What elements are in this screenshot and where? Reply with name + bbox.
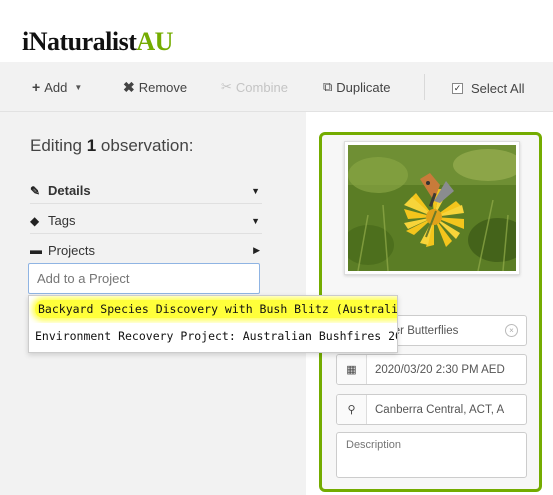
select-all-button[interactable]: ✓ Select All xyxy=(452,81,524,96)
plus-icon: + xyxy=(32,79,41,95)
duplicate-label: Duplicate xyxy=(336,79,391,95)
date-field[interactable]: ▦ 2020/03/20 2:30 PM AED xyxy=(336,354,527,385)
calendar-icon: ▦ xyxy=(337,355,367,384)
project-option-environment-recovery[interactable]: Environment Recovery Project: Australian… xyxy=(29,323,397,350)
details-section-toggle[interactable]: ✎ Details ▼ xyxy=(30,178,262,204)
logo-au-text: AU xyxy=(136,27,173,56)
clear-icon[interactable]: × xyxy=(505,324,518,337)
observation-photo[interactable] xyxy=(342,141,528,275)
remove-button[interactable]: ✖ Remove xyxy=(123,79,187,96)
projects-section-toggle[interactable]: ▬ Projects ▶ xyxy=(30,237,262,263)
duplicate-icon: ⧉ xyxy=(323,79,333,94)
checkbox-icon[interactable]: ✓ xyxy=(452,83,463,94)
remove-x-icon: ✖ xyxy=(123,79,135,95)
project-autocomplete-dropdown: Backyard Species Discovery with Bush Bli… xyxy=(28,295,398,353)
butterfly-photo xyxy=(342,145,528,272)
remove-label: Remove xyxy=(138,80,188,95)
caret-right-icon: ▶ xyxy=(253,244,260,255)
caret-down-icon: ▼ xyxy=(251,215,260,226)
location-field[interactable]: ⚲ Canberra Central, ACT, A xyxy=(336,394,527,425)
datetime-text: 2020/03/20 2:30 PM AED xyxy=(375,363,505,376)
toolbar: + Add ▼ ✖ Remove ✂ Combine ⧉ Duplicate ✓… xyxy=(0,62,553,112)
add-button[interactable]: + Add ▼ xyxy=(32,79,82,95)
add-to-project-input[interactable] xyxy=(28,263,260,294)
combine-icon: ✂ xyxy=(221,79,232,94)
logo-main-text: iNaturalist xyxy=(22,27,137,56)
add-label: Add xyxy=(44,79,68,95)
combine-button[interactable]: ✂ Combine xyxy=(221,79,288,95)
select-all-label: Select All xyxy=(471,81,525,96)
description-input[interactable] xyxy=(336,432,527,478)
location-text: Canberra Central, ACT, A xyxy=(375,403,505,416)
map-marker-icon: ⚲ xyxy=(337,395,367,424)
tag-icon: ◆ xyxy=(30,213,40,228)
observation-count: 1 xyxy=(86,136,97,155)
chevron-down-icon: ▼ xyxy=(74,82,83,92)
inaturalist-au-logo[interactable]: iNaturalistAU xyxy=(22,27,173,57)
pencil-icon: ✎ xyxy=(30,183,41,198)
editing-heading: Editing 1 observation: xyxy=(30,136,194,155)
caret-down-icon: ▼ xyxy=(251,185,260,196)
project-option-backyard[interactable]: Backyard Species Discovery with Bush Bli… xyxy=(29,296,397,323)
combine-label: Combine xyxy=(235,79,288,95)
toolbar-divider xyxy=(424,74,425,100)
tags-section-toggle[interactable]: ◆ Tags ▼ xyxy=(30,208,262,234)
briefcase-icon: ▬ xyxy=(30,243,42,257)
duplicate-button[interactable]: ⧉ Duplicate xyxy=(323,79,391,95)
